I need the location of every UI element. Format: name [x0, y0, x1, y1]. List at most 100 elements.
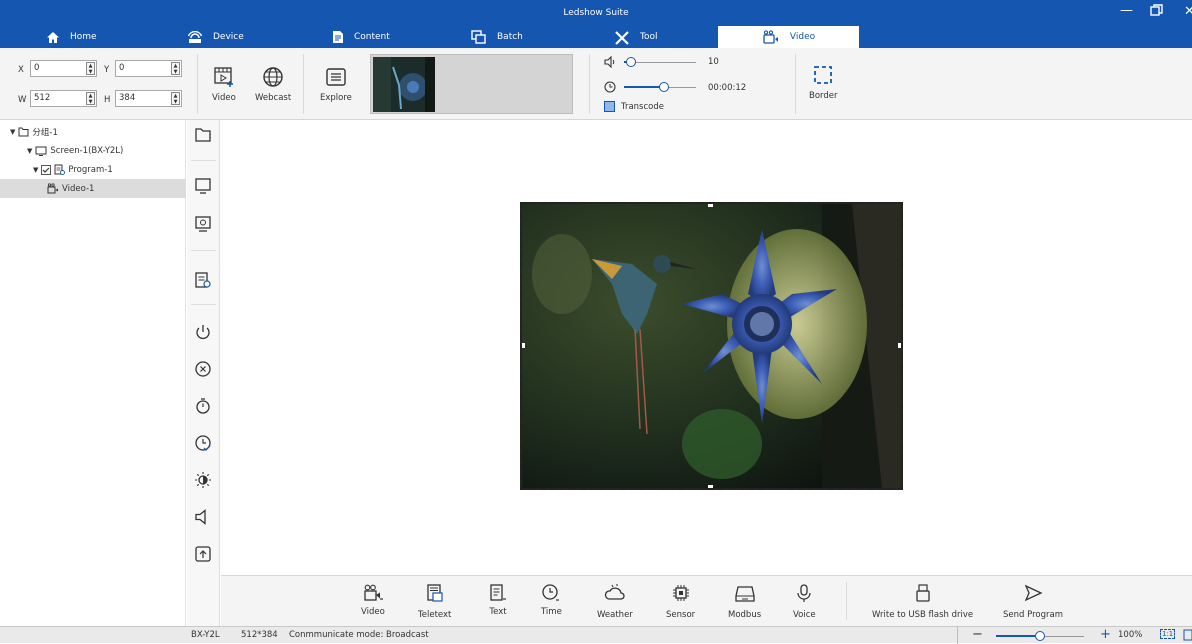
video-thumbnail[interactable]: [373, 57, 435, 112]
device-icon: [187, 30, 203, 43]
y-spin-arrows[interactable]: ▲ ▼: [171, 62, 180, 75]
screen-icon: [35, 146, 47, 156]
tree-program-label: Program-1: [68, 164, 113, 175]
restore-icon[interactable]: [1150, 4, 1163, 21]
add-time-button[interactable]: Time: [541, 583, 562, 617]
checkbox-checked-icon[interactable]: [41, 164, 52, 175]
x-input[interactable]: 0 ▲ ▼: [30, 60, 97, 77]
column-divider: [191, 250, 216, 251]
upload-icon[interactable]: [194, 545, 212, 563]
tree-screen-label: Screen-1(BX-Y2L): [50, 145, 124, 156]
border-button[interactable]: Border: [809, 64, 838, 101]
duration-slider[interactable]: [624, 81, 696, 93]
expand-arrow-icon[interactable]: ▼: [27, 147, 32, 155]
video-file-icon: [214, 67, 233, 87]
h-spin-arrows[interactable]: ▲ ▼: [171, 92, 180, 105]
program-icon: [54, 164, 66, 175]
clock-icon: [604, 81, 616, 93]
add-video-button[interactable]: Video: [212, 66, 236, 103]
video-icon: [763, 30, 778, 44]
explore-button[interactable]: Explore: [320, 66, 352, 103]
x-spin-arrows[interactable]: ▲ ▼: [86, 62, 95, 75]
h-input[interactable]: 384 ▲ ▼: [115, 90, 182, 107]
resize-handle[interactable]: [522, 343, 525, 348]
tab-device[interactable]: Device: [187, 26, 244, 48]
volume-knob[interactable]: [626, 57, 636, 67]
add-text-button[interactable]: Text: [488, 583, 508, 617]
cancel-icon[interactable]: [194, 360, 212, 378]
volume-icon[interactable]: [194, 508, 212, 526]
app-window: Ledshow Suite — ✕ Home Device Content Ba…: [0, 0, 1192, 644]
toolbar-divider: [303, 54, 304, 114]
brightness-icon[interactable]: [194, 471, 212, 489]
content-icon: [333, 31, 343, 43]
timer-icon[interactable]: [194, 397, 212, 415]
folder-icon[interactable]: [194, 126, 212, 144]
edit-canvas[interactable]: [221, 120, 1192, 575]
tab-tool[interactable]: Tool: [614, 26, 657, 48]
voice-icon: [797, 584, 811, 602]
tree-video[interactable]: Video-1: [0, 179, 186, 198]
w-label: W: [18, 95, 27, 105]
bottom-voice-label: Voice: [793, 610, 816, 620]
screen-icon[interactable]: [194, 177, 212, 195]
webcast-button[interactable]: Webcast: [255, 66, 291, 103]
tree-program[interactable]: ▼ Program-1: [0, 160, 186, 179]
add-sensor-button[interactable]: Sensor: [666, 583, 695, 620]
resize-handle[interactable]: [708, 485, 713, 488]
zoom-slider[interactable]: [996, 630, 1084, 642]
volume-slider[interactable]: [624, 56, 696, 68]
zoom-in-button[interactable]: +: [1100, 627, 1111, 642]
tab-batch[interactable]: Batch: [471, 26, 523, 48]
w-input[interactable]: 512 ▲ ▼: [30, 90, 97, 107]
duration-knob[interactable]: [659, 82, 669, 92]
send-program-button[interactable]: Send Program: [1003, 583, 1063, 620]
tree-group[interactable]: ▼ 分组-1: [0, 122, 186, 141]
fullscreen-icon[interactable]: [1183, 629, 1192, 641]
add-teletext-button[interactable]: Teletext: [418, 583, 451, 620]
text-icon: [490, 584, 506, 601]
program-list-icon[interactable]: [194, 271, 212, 289]
minimize-icon[interactable]: —: [1120, 3, 1133, 18]
screen-preview-icon[interactable]: [194, 215, 212, 233]
h-label: H: [104, 95, 111, 105]
tab-video[interactable]: Video: [718, 26, 859, 48]
tab-home-label: Home: [70, 32, 97, 42]
power-icon[interactable]: [194, 323, 212, 341]
video-preview-area[interactable]: [520, 202, 903, 490]
tree-video-label: Video-1: [62, 183, 95, 194]
transcode-checkbox[interactable]: [604, 101, 615, 112]
tab-home[interactable]: Home: [46, 26, 97, 48]
clock-check-icon[interactable]: [194, 434, 212, 452]
resize-handle[interactable]: [898, 343, 901, 348]
video-thumbnail-strip[interactable]: [370, 54, 573, 114]
video-button-label: Video: [212, 93, 236, 103]
add-weather-button[interactable]: Weather: [597, 583, 633, 620]
add-voice-button[interactable]: Voice: [793, 583, 816, 620]
close-icon[interactable]: ✕: [1184, 4, 1192, 19]
usb-drive-icon: [915, 584, 930, 602]
w-spin-arrows[interactable]: ▲ ▼: [86, 92, 95, 105]
tab-batch-label: Batch: [497, 32, 523, 42]
tab-video-label: Video: [789, 32, 816, 42]
y-label: Y: [104, 65, 110, 75]
ribbon-toolbar: X 0 ▲ ▼ Y 0 ▲ ▼ W 512 ▲ ▼ H 384 ▲ ▼ Video Webcas…: [0, 48, 1192, 120]
add-modbus-button[interactable]: Modbus: [728, 583, 761, 620]
zoom-knob[interactable]: [1035, 631, 1045, 641]
tab-device-label: Device: [213, 32, 244, 42]
bottom-text-label: Text: [489, 607, 507, 617]
zoom-out-button[interactable]: −: [972, 627, 983, 642]
tab-content[interactable]: Content: [332, 26, 390, 48]
write-usb-button[interactable]: Write to USB flash drive: [872, 583, 973, 620]
status-bar: BX-Y2L 512*384 Conmmunicate mode: Broadc…: [0, 626, 1192, 644]
expand-arrow-icon[interactable]: ▼: [33, 166, 38, 174]
expand-arrow-icon[interactable]: ▼: [10, 128, 15, 136]
webcast-button-label: Webcast: [255, 93, 292, 103]
weather-icon: [604, 584, 625, 600]
y-input[interactable]: 0 ▲ ▼: [115, 60, 182, 77]
fit-1-1-button[interactable]: 1:1: [1160, 629, 1176, 639]
tree-screen[interactable]: ▼ Screen-1(BX-Y2L): [0, 141, 186, 160]
video-add-icon: [364, 584, 383, 601]
add-video-item-button[interactable]: Video: [361, 583, 385, 617]
resize-handle[interactable]: [708, 204, 713, 207]
